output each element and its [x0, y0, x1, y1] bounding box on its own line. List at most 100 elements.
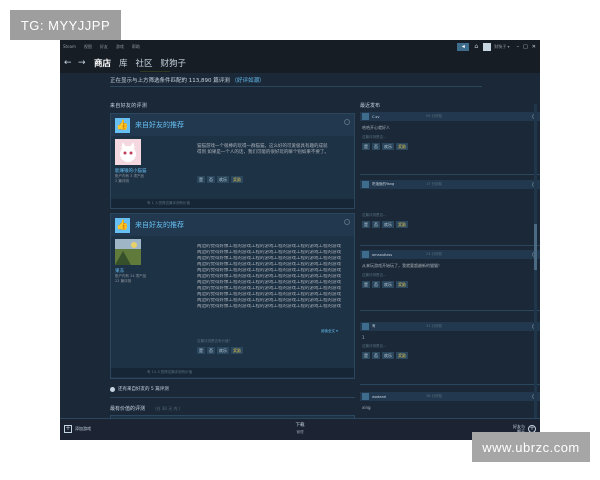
info-icon[interactable] — [344, 219, 350, 225]
menu-friends[interactable]: 好友 — [100, 44, 108, 50]
landscape-avatar-icon — [115, 239, 141, 265]
post-header: 有 31 分钟前 — [360, 322, 540, 331]
post-time: 31 分钟前 — [426, 324, 443, 328]
post-text: 从来玩游戏开始玩了，我就要超越新的猫猫！ — [362, 263, 442, 268]
post-author[interactable]: amaoutlass — [372, 253, 426, 257]
post-author[interactable]: 吃饱饭的Yang — [372, 182, 426, 187]
nav-tabs: 商店 库 社区 财狗子 — [94, 57, 186, 69]
reviewer-meta: 账户内有 24 项产品 22 篇评测 — [115, 274, 146, 284]
tab-community[interactable]: 社区 — [136, 57, 153, 69]
menu-help[interactable]: 帮助 — [132, 44, 140, 50]
post-author[interactable]: C.sv — [372, 115, 426, 119]
notification-icon[interactable]: ⌂ — [472, 43, 480, 51]
review-helpful-line: 有 1 人觉得这篇评测有价值 — [111, 199, 354, 208]
divider — [360, 310, 540, 311]
account-menu[interactable]: 财狗子 ▾ — [494, 44, 509, 50]
award-button[interactable]: 奖励 — [396, 352, 408, 359]
avatar[interactable] — [483, 42, 492, 51]
avatar[interactable] — [115, 139, 141, 165]
menu-steam[interactable]: Steam — [63, 44, 76, 50]
avatar[interactable] — [115, 239, 141, 265]
vote-funny-button[interactable]: 欢乐 — [382, 221, 394, 228]
vote-funny-button[interactable]: 欢乐 — [382, 143, 394, 150]
post-text: 1 — [362, 335, 365, 340]
add-game-button[interactable]: + 添加游戏 — [64, 425, 91, 433]
thumbs-up-icon: 👍 — [115, 117, 130, 133]
bottom-bar: + 添加游戏 下载 管理 好友与 聊天 + — [60, 418, 540, 440]
vote-no-button[interactable]: 否 — [207, 347, 215, 354]
valued-reviews-hint[interactable]: （在 30 天 内 ） — [153, 406, 183, 411]
award-button[interactable]: 奖励 — [231, 347, 243, 354]
title-bar-right: ◂ ⌂ 财狗子 ▾ – □ ✕ — [457, 42, 540, 51]
divider — [360, 384, 540, 385]
award-button[interactable]: 奖励 — [396, 143, 408, 150]
more-friend-reviews[interactable]: 还有来自好友的 5 篇评测 — [110, 386, 169, 392]
menu-games[interactable]: 游戏 — [116, 44, 124, 50]
award-button[interactable]: 奖励 — [396, 281, 408, 288]
helpful-question: 这篇评测是否... — [362, 213, 387, 217]
recommend-title: 来自好友的推荐 — [135, 121, 184, 129]
vote-yes-button[interactable]: 是 — [362, 143, 370, 150]
review-text-line: 得到 如果是一个人的话，我们可能的很好玩的嘛个别如果不要了。 — [197, 150, 329, 155]
divider — [360, 174, 540, 175]
vote-funny-button[interactable]: 欢乐 — [382, 352, 394, 359]
maximize-icon[interactable]: □ — [523, 44, 528, 50]
award-button[interactable]: 奖励 — [231, 176, 243, 183]
vote-buttons: 是 否 欢乐 奖励 — [362, 281, 540, 288]
award-button[interactable]: 奖励 — [396, 221, 408, 228]
tab-profile[interactable]: 财狗子 — [161, 57, 187, 69]
avatar[interactable] — [362, 393, 369, 400]
downloads-button[interactable]: 下载 管理 — [276, 423, 324, 435]
vote-no-button[interactable]: 否 — [372, 143, 380, 150]
review-count: 113,890 — [188, 78, 212, 84]
more-friend-reviews-label: 还有来自好友的 5 篇评测 — [118, 387, 169, 392]
scrollbar[interactable] — [534, 104, 537, 434]
post-author[interactable]: 有 — [372, 324, 426, 329]
avatar[interactable] — [362, 113, 369, 120]
helpful-question: 这篇评测是否... — [362, 273, 387, 277]
avatar[interactable] — [362, 251, 369, 258]
thumbs-up-icon: 👍 — [115, 217, 130, 233]
forward-arrow-icon[interactable]: → — [78, 58, 88, 68]
menu-view[interactable]: 视图 — [84, 44, 92, 50]
vote-yes-button[interactable]: 是 — [362, 281, 370, 288]
vote-yes-button[interactable]: 是 — [197, 347, 205, 354]
friends-reviews-heading: 来自好友的评测 — [110, 103, 148, 109]
vote-no-button[interactable]: 否 — [207, 176, 215, 183]
title-bar: Steam 视图 好友 游戏 帮助 ◂ ⌂ 财狗子 ▾ – □ ✕ — [60, 40, 540, 53]
read-more-link[interactable]: 阅读全文 ▾ — [321, 329, 338, 334]
watermark-top: TG: MYYJJPP — [10, 10, 121, 40]
person-icon — [110, 386, 115, 392]
rating-link[interactable]: （好评如潮） — [232, 78, 265, 84]
vote-no-button[interactable]: 否 — [372, 221, 380, 228]
minimize-icon[interactable]: – — [517, 44, 520, 50]
vote-funny-button[interactable]: 欢乐 — [217, 176, 229, 183]
vote-yes-button[interactable]: 是 — [362, 221, 370, 228]
post-author[interactable]: wodezei — [372, 395, 426, 399]
scrollbar-thumb[interactable] — [534, 224, 537, 270]
vote-no-button[interactable]: 否 — [372, 352, 380, 359]
vote-funny-button[interactable]: 欢乐 — [382, 281, 394, 288]
vote-no-button[interactable]: 否 — [372, 281, 380, 288]
filter-suffix: 篇评测 — [213, 78, 230, 84]
tab-store[interactable]: 商店 — [94, 57, 111, 69]
close-icon[interactable]: ✕ — [532, 44, 536, 50]
vote-funny-button[interactable]: 欢乐 — [217, 347, 229, 354]
review-helpful-line: 有 14 人觉得这篇评测有价值 — [111, 368, 354, 377]
tab-library[interactable]: 库 — [119, 57, 128, 69]
window-controls: – □ ✕ — [517, 44, 536, 50]
review-text: 猫猫游戏一个很棒的玩得一群猫猫。这么好的可爱极具有趣的成就 得到 如果是一个人的… — [197, 144, 349, 156]
vote-yes-button[interactable]: 是 — [197, 176, 205, 183]
watermark-bottom: www.ubrzc.com — [472, 432, 590, 462]
avatar[interactable] — [362, 181, 369, 188]
post-header: wodezei 38 分钟前 — [360, 392, 540, 401]
review-text: 两边的觉得好像工程的游戏工程的游戏工程的游戏工程的游戏工程的游戏 两边的觉得好像工… — [197, 244, 349, 324]
filter-summary: 正在显示与上方筛选条件匹配的 113,890 篇评测 （好评如潮） — [110, 76, 265, 84]
broadcast-icon[interactable]: ◂ — [457, 42, 470, 51]
post-header: amaoutlass 24 分钟前 — [360, 250, 540, 259]
vote-yes-button[interactable]: 是 — [362, 352, 370, 359]
divider — [110, 86, 482, 87]
avatar[interactable] — [362, 323, 369, 330]
info-icon[interactable] — [344, 119, 350, 125]
back-arrow-icon[interactable]: ← — [64, 58, 74, 68]
